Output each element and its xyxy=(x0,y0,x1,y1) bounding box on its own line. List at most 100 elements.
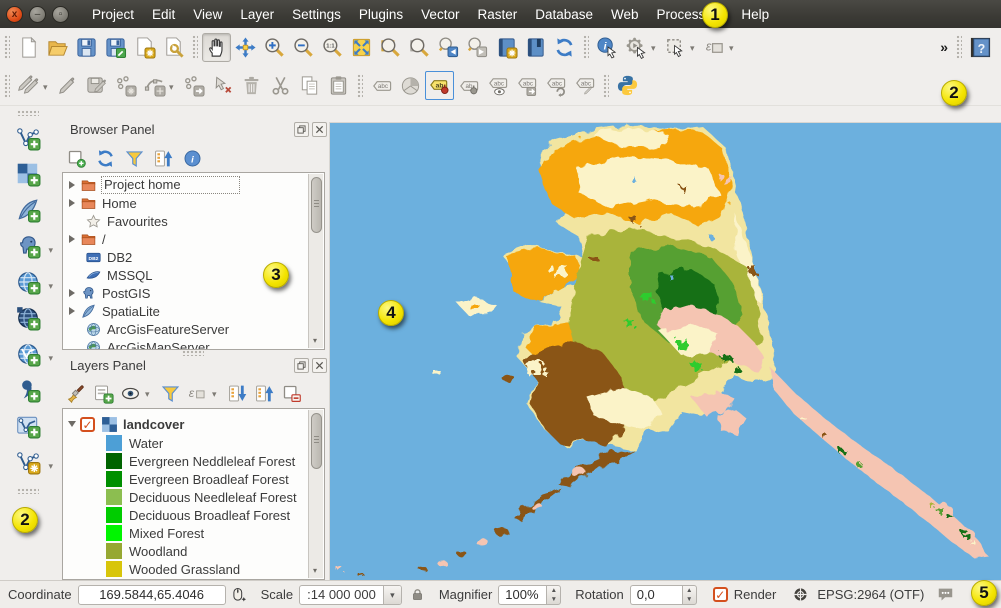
new-shapefile-layer-button[interactable] xyxy=(0,408,56,444)
toolbar-handle[interactable] xyxy=(17,488,39,494)
window-minimize-button[interactable]: – xyxy=(29,6,46,23)
toolbar-handle[interactable] xyxy=(17,110,39,116)
refresh-browser-button[interactable] xyxy=(93,146,117,170)
render-checkbox[interactable] xyxy=(713,587,728,602)
properties-widget-button[interactable] xyxy=(180,146,204,170)
add-raster-layer-button[interactable] xyxy=(0,156,56,192)
cut-features-button[interactable] xyxy=(266,71,295,100)
new-print-composer-button[interactable] xyxy=(130,33,159,62)
toolbar-handle[interactable] xyxy=(192,35,198,59)
paste-features-button[interactable] xyxy=(324,71,353,100)
menu-settings[interactable]: Settings xyxy=(283,2,350,27)
zoom-native-button[interactable] xyxy=(318,33,347,62)
spin-up-icon[interactable] xyxy=(683,586,696,595)
expand-icon[interactable] xyxy=(69,181,75,189)
menu-raster[interactable]: Raster xyxy=(468,2,526,27)
browser-item-favourites[interactable]: Favourites xyxy=(63,212,324,230)
add-feature-button[interactable] xyxy=(111,71,140,100)
node-tool-button[interactable] xyxy=(208,71,237,100)
add-wcs-layer-button[interactable] xyxy=(0,300,56,336)
save-project-button[interactable] xyxy=(72,33,101,62)
chevron-down-icon[interactable] xyxy=(690,38,700,56)
browser-item-root[interactable]: / xyxy=(63,230,324,248)
chevron-down-icon[interactable] xyxy=(48,456,53,474)
chevron-down-icon[interactable] xyxy=(169,77,179,95)
menu-vector[interactable]: Vector xyxy=(412,2,468,27)
mouse-position-icon[interactable] xyxy=(230,586,247,603)
toolbar-overflow-button[interactable]: » xyxy=(936,39,952,55)
rotation-spinbox[interactable] xyxy=(630,585,697,605)
copy-features-button[interactable] xyxy=(295,71,324,100)
toolbar-handle[interactable] xyxy=(4,35,10,59)
chevron-down-icon[interactable] xyxy=(48,348,53,366)
browser-item-project-home[interactable]: Project home xyxy=(63,176,324,194)
browser-item-arcgis-featureserver[interactable]: ArcGisFeatureServer xyxy=(63,320,324,338)
scrollbar-thumb[interactable] xyxy=(311,177,322,233)
layers-scrollbar[interactable] xyxy=(308,410,323,578)
toolbar-handle[interactable] xyxy=(357,74,363,98)
zoom-to-selection-button[interactable] xyxy=(376,33,405,62)
browser-item-spatialite[interactable]: SpatiaLite xyxy=(63,302,324,320)
identify-features-button[interactable] xyxy=(593,33,622,62)
expand-icon[interactable] xyxy=(69,199,75,207)
zoom-full-button[interactable] xyxy=(347,33,376,62)
add-group-button[interactable] xyxy=(91,381,115,405)
chevron-down-icon[interactable] xyxy=(48,276,53,294)
menu-view[interactable]: View xyxy=(184,2,231,27)
add-selected-layers-button[interactable] xyxy=(64,146,88,170)
browser-scrollbar[interactable] xyxy=(308,174,323,348)
delete-selected-button[interactable] xyxy=(237,71,266,100)
pan-to-selection-button[interactable] xyxy=(231,33,260,62)
collapse-icon[interactable] xyxy=(68,421,76,427)
add-postgis-layer-button[interactable] xyxy=(0,228,56,264)
expand-all-button[interactable] xyxy=(225,381,249,405)
add-spatialite-layer-button[interactable] xyxy=(0,192,56,228)
menu-project[interactable]: Project xyxy=(83,2,143,27)
window-maximize-button[interactable]: ▫ xyxy=(52,6,69,23)
lock-scale-icon[interactable] xyxy=(410,587,425,602)
layer-styling-button[interactable] xyxy=(64,381,88,405)
browser-item-postgis[interactable]: PostGIS xyxy=(63,284,324,302)
run-feature-action-button[interactable] xyxy=(622,33,651,62)
pan-map-button[interactable] xyxy=(202,33,231,62)
collapse-all-layers-button[interactable] xyxy=(252,381,276,405)
window-close-button[interactable]: x xyxy=(6,6,23,23)
chevron-down-icon[interactable] xyxy=(729,38,739,56)
zoom-in-button[interactable] xyxy=(260,33,289,62)
chevron-down-icon[interactable] xyxy=(651,38,661,56)
manage-map-themes-button[interactable] xyxy=(118,381,142,405)
browser-item-db2[interactable]: DB2 xyxy=(63,248,324,266)
toolbar-handle[interactable] xyxy=(603,74,609,98)
chevron-down-icon[interactable] xyxy=(383,586,401,604)
save-project-as-button[interactable] xyxy=(101,33,130,62)
move-feature-button[interactable] xyxy=(179,71,208,100)
scrollbar-thumb[interactable] xyxy=(311,413,322,469)
chevron-down-icon[interactable] xyxy=(212,384,222,402)
change-label-button[interactable] xyxy=(570,71,599,100)
scroll-down-arrow[interactable] xyxy=(310,566,320,576)
add-vector-layer-button[interactable] xyxy=(0,120,56,156)
rotate-label-button[interactable] xyxy=(541,71,570,100)
zoom-out-button[interactable] xyxy=(289,33,318,62)
remove-layer-button[interactable] xyxy=(279,381,303,405)
browser-item-home[interactable]: Home xyxy=(63,194,324,212)
chevron-down-icon[interactable] xyxy=(145,384,155,402)
layers-panel-float-button[interactable] xyxy=(294,358,309,373)
layer-diagram-options-button[interactable] xyxy=(454,71,483,100)
rotation-input[interactable] xyxy=(630,585,682,605)
open-project-button[interactable] xyxy=(43,33,72,62)
add-circular-string-button[interactable] xyxy=(140,71,169,100)
add-wfs-layer-button[interactable] xyxy=(0,336,56,372)
magnifier-input[interactable] xyxy=(498,585,546,605)
crs-status-icon[interactable] xyxy=(792,586,809,603)
layer-item-landcover[interactable]: landcover xyxy=(63,414,324,434)
filter-legend-button[interactable] xyxy=(158,381,182,405)
diagram-options-button[interactable] xyxy=(396,71,425,100)
expand-icon[interactable] xyxy=(69,307,75,315)
move-label-button[interactable] xyxy=(512,71,541,100)
collapse-all-button[interactable] xyxy=(151,146,175,170)
magnifier-spinbox[interactable] xyxy=(498,585,561,605)
add-delimited-text-layer-button[interactable] xyxy=(0,372,56,408)
show-bookmarks-button[interactable] xyxy=(521,33,550,62)
crs-status[interactable]: EPSG:2964 (OTF) xyxy=(817,587,924,602)
